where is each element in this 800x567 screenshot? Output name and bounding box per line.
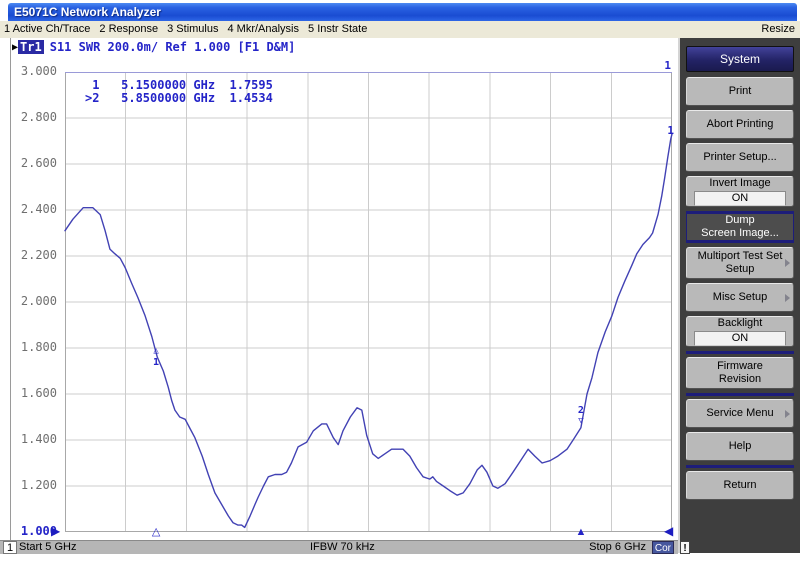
start-frequency-readout: Start 5 GHz <box>19 541 76 554</box>
softkey-print[interactable]: Print <box>686 77 794 106</box>
ref-level-left-icon: ▶ <box>51 524 60 538</box>
y-axis-tick-label: 2.800 <box>0 110 57 125</box>
chart-area: 1 5.1500000 GHz 1.7595>2 5.8500000 GHz 1… <box>65 72 672 532</box>
y-axis-tick-label: 2.200 <box>0 248 57 263</box>
y-axis-tick-label: 1.200 <box>0 478 57 493</box>
softkey-group-separator <box>686 465 794 468</box>
softkey-label: Invert Image <box>709 177 770 190</box>
y-axis-tick-label: 1.800 <box>0 340 57 355</box>
softkey-backlight[interactable]: BacklightON <box>686 316 794 347</box>
trace-status-bar: ▶Tr1S11 SWR 200.0m/ Ref 1.000 [F1 D&M] <box>12 40 295 55</box>
softkey-service-menu[interactable]: Service Menu <box>686 399 794 428</box>
marker-number-label: 2 <box>573 405 589 416</box>
trace-number-scale-label: 1 <box>655 59 671 72</box>
softkey-firmware-revision[interactable]: FirmwareRevision <box>686 357 794 389</box>
y-axis-tick-label: 1.600 <box>0 386 57 401</box>
submenu-arrow-icon <box>785 294 790 302</box>
softkey-label: Multiport Test Set <box>698 250 783 263</box>
ref-level-right-icon: ◀ <box>664 524 673 538</box>
warning-badge: ! <box>680 541 690 554</box>
softkey-label: Help <box>729 440 752 453</box>
menu-item-5[interactable]: 5 Instr State <box>308 23 367 35</box>
resize-button[interactable]: Resize <box>761 21 795 38</box>
softkey-invert-image[interactable]: Invert ImageON <box>686 176 794 207</box>
softkey-label: Misc Setup <box>713 291 767 304</box>
softkey-menu-title: System <box>686 46 794 72</box>
softkey-label: Revision <box>719 373 761 386</box>
softkey-group-separator <box>686 351 794 354</box>
marker-2-stimulus-icon: ▲ <box>573 525 589 539</box>
softkey-label: Printer Setup... <box>703 151 776 164</box>
correction-status-badge: Cor <box>652 541 674 554</box>
y-axis-tick-label: 2.000 <box>0 294 57 309</box>
softkey-label: Backlight <box>718 317 763 330</box>
swr-trace-plot <box>65 72 672 532</box>
softkey-label: Setup <box>726 263 755 276</box>
marker-up-open-icon: △ <box>148 346 164 357</box>
softkey-label: Service Menu <box>706 407 773 420</box>
softkey-return[interactable]: Return <box>686 471 794 500</box>
menu-item-2[interactable]: 2 Response <box>99 23 158 35</box>
marker-2-handle[interactable]: 2▽ <box>573 405 589 427</box>
menu-item-3[interactable]: 3 Stimulus <box>167 23 218 35</box>
softkey-multiport-test-set-setup[interactable]: Multiport Test SetSetup <box>686 247 794 279</box>
y-axis-tick-label: 1.000 <box>0 524 57 539</box>
channel-indicator: 1 <box>3 541 17 554</box>
menu-item-4[interactable]: 4 Mkr/Analysis <box>227 23 299 35</box>
softkey-group-separator <box>686 393 794 396</box>
marker-number-label: 1 <box>148 357 164 368</box>
sidebar-edge <box>678 38 680 553</box>
window-title: E5071C Network Analyzer <box>14 5 161 19</box>
softkey-help[interactable]: Help <box>686 432 794 461</box>
marker-readout-row: >2 5.8500000 GHz 1.4534 <box>85 92 273 105</box>
softkey-state-value: ON <box>694 331 785 346</box>
softkey-label: Screen Image... <box>701 227 779 240</box>
analyzer-screen: ▶ Tr1 S11 SWR 200.0m/ Ref 1.000 [F1 D&M] 3… <box>0 38 678 553</box>
trace1-label[interactable]: Tr1 <box>18 40 44 54</box>
softkey-abort-printing[interactable]: Abort Printing <box>686 110 794 139</box>
y-axis-tick-label: 1.400 <box>0 432 57 447</box>
marker-down-open-icon: ▽ <box>573 416 589 427</box>
softkey-label: Dump <box>725 214 754 227</box>
status-bar: 1 Start 5 GHz IFBW 70 kHz Stop 6 GHz Cor… <box>0 540 678 554</box>
softkey-label: Abort Printing <box>707 118 774 131</box>
softkey-label: Firmware <box>717 360 763 373</box>
softkey-label: Return <box>723 479 756 492</box>
softkey-label: Print <box>729 85 752 98</box>
softkey-dump-screen-image[interactable]: DumpScreen Image... <box>686 211 794 243</box>
submenu-arrow-icon <box>785 410 790 418</box>
softkey-state-value: ON <box>694 191 785 206</box>
softkey-misc-setup[interactable]: Misc Setup <box>686 283 794 312</box>
stop-frequency-readout: Stop 6 GHz <box>589 541 646 554</box>
submenu-arrow-icon <box>785 259 790 267</box>
trace1-format-readout: S11 SWR 200.0m/ Ref 1.000 [F1 D&M] <box>50 40 296 54</box>
trace-number-end-label: 1 <box>658 124 674 137</box>
ifbw-readout: IFBW 70 kHz <box>310 541 375 554</box>
y-axis-tick-label: 3.000 <box>0 64 57 79</box>
softkey-sidebar: System Print Abort Printing Printer Setup.… <box>678 38 800 553</box>
menu-bar: 1 Active Ch/Trace 2 Response 3 Stimulus 4 M… <box>0 21 800 39</box>
y-axis-tick-label: 2.600 <box>0 156 57 171</box>
marker-1-handle[interactable]: △1 <box>148 346 164 368</box>
menu-bar-items: 1 Active Ch/Trace 2 Response 3 Stimulus 4 M… <box>4 21 376 38</box>
menu-item-1[interactable]: 1 Active Ch/Trace <box>4 23 90 35</box>
marker-1-stimulus-icon: △ <box>148 525 164 539</box>
softkey-printer-setup[interactable]: Printer Setup... <box>686 143 794 172</box>
title-bar: E5071C Network Analyzer <box>8 3 797 21</box>
screenshot-root: E5071C Network Analyzer 1 Active Ch/Trac… <box>0 0 800 567</box>
y-axis-tick-label: 2.400 <box>0 202 57 217</box>
